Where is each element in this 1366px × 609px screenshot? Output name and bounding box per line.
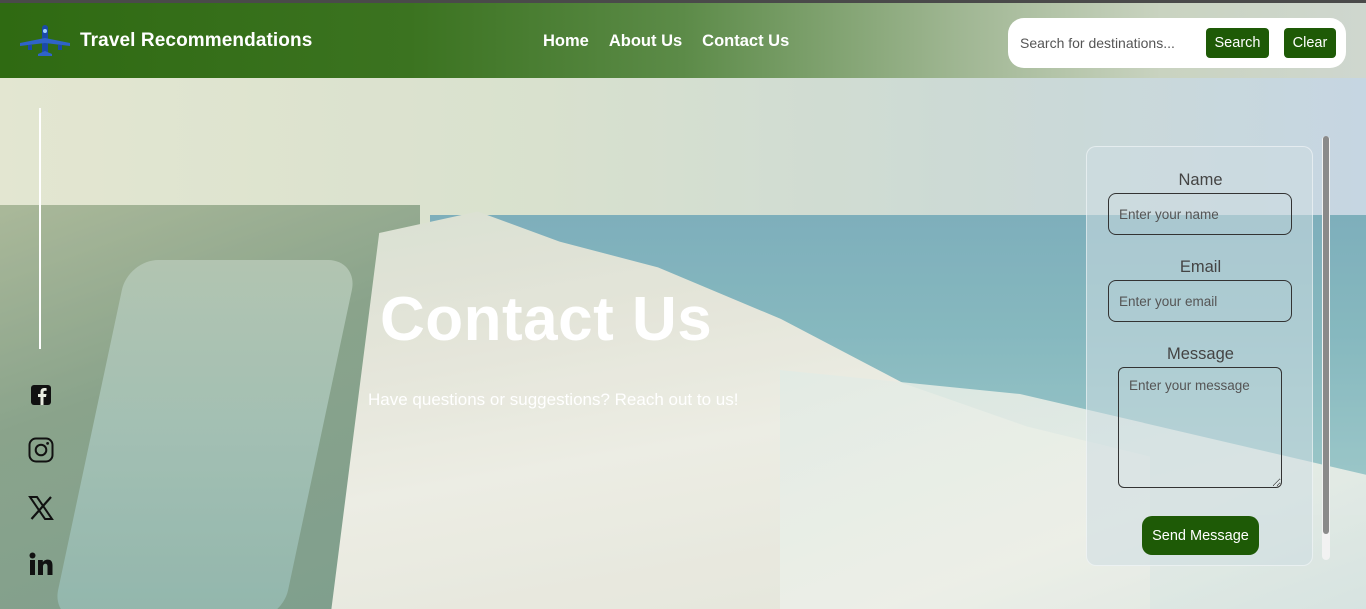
facebook-icon[interactable] <box>28 382 54 408</box>
send-message-button[interactable]: Send Message <box>1142 516 1259 555</box>
form-scrollbar[interactable] <box>1322 136 1330 560</box>
name-label: Name <box>1178 171 1223 189</box>
scrollbar-thumb[interactable] <box>1323 136 1329 534</box>
site-header: Travel Recommendations Home About Us Con… <box>0 0 1366 78</box>
message-label: Message <box>1167 345 1234 363</box>
nav-about-us[interactable]: About Us <box>609 32 682 51</box>
nav-contact-us[interactable]: Contact Us <box>702 32 789 51</box>
search-button[interactable]: Search <box>1206 28 1269 58</box>
name-field[interactable] <box>1108 193 1292 235</box>
linkedin-icon[interactable] <box>28 551 54 577</box>
social-rail-divider <box>39 108 41 349</box>
instagram-icon[interactable] <box>28 437 54 463</box>
page-subtitle: Have questions or suggestions? Reach out… <box>368 390 739 409</box>
x-icon[interactable] <box>28 495 54 521</box>
brand-title[interactable]: Travel Recommendations <box>80 30 312 52</box>
search-input[interactable] <box>1020 31 1200 55</box>
search-bar: Search Clear <box>1008 18 1346 68</box>
main-nav: Home About Us Contact Us <box>543 32 789 51</box>
page-title: Contact Us <box>380 285 713 354</box>
message-field[interactable] <box>1118 367 1282 488</box>
clear-button[interactable]: Clear <box>1284 28 1336 58</box>
email-field[interactable] <box>1108 280 1292 322</box>
airplane-logo-icon <box>20 25 70 56</box>
nav-home[interactable]: Home <box>543 32 589 51</box>
contact-form: Name Email Message Send Message <box>1086 146 1313 566</box>
email-label: Email <box>1179 258 1222 276</box>
